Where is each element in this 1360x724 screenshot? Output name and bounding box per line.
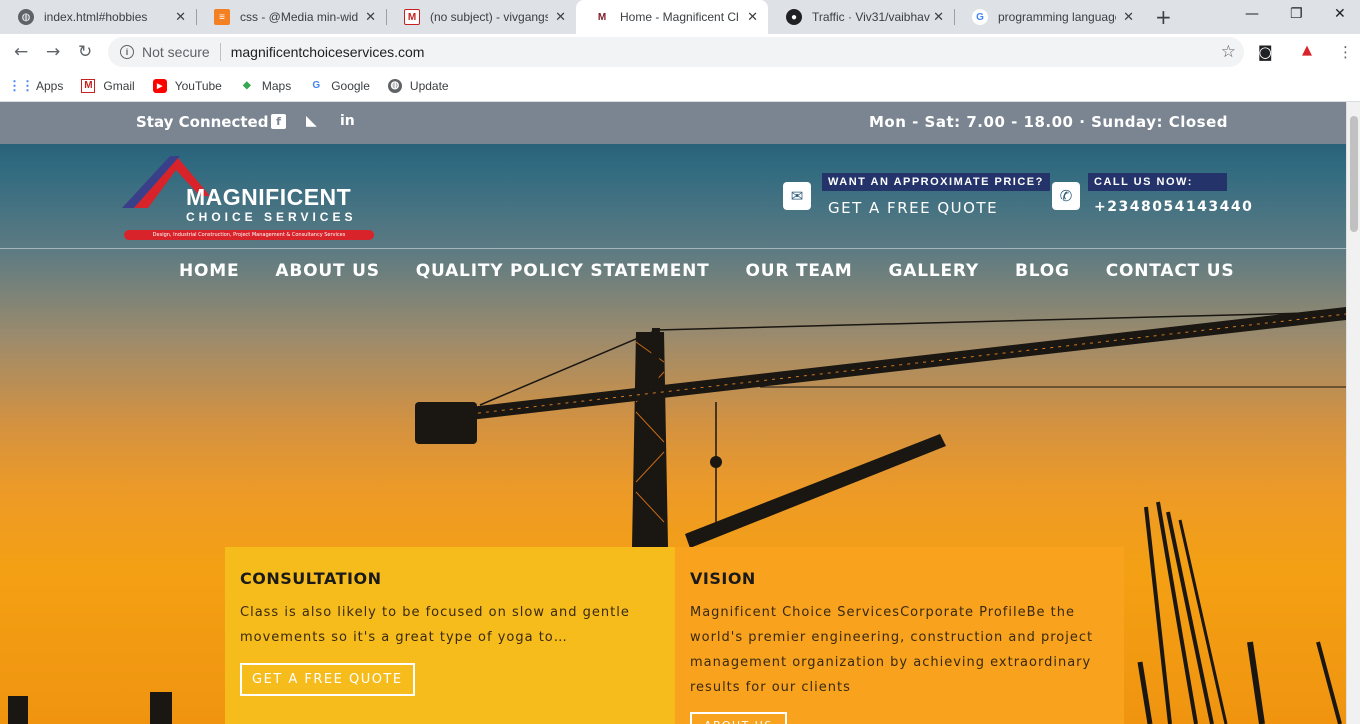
facebook-icon[interactable]: f [271, 114, 286, 129]
forward-icon[interactable]: → [46, 42, 60, 62]
scrollbar-thumb[interactable] [1350, 116, 1358, 232]
bookmark-maps[interactable]: ◆ Maps [240, 79, 291, 93]
phone-number[interactable]: +2348054143440 [1088, 199, 1253, 215]
free-quote-button[interactable]: GET A FREE QUOTE [240, 663, 415, 696]
nav-blog[interactable]: BLOG [1015, 261, 1070, 281]
call-label: CALL US NOW: [1088, 173, 1227, 191]
bookmark-apps[interactable]: ⋮⋮ Apps [8, 77, 64, 93]
browser-tab[interactable]: ≡ css - @Media min-widt ✕ [196, 0, 386, 34]
bookmark-gmail[interactable]: M Gmail [81, 78, 135, 93]
browser-tab[interactable]: ◍ index.html#hobbies ✕ [0, 0, 196, 34]
browser-tab[interactable]: ● Traffic · Viv31/vaibhav-p ✕ [768, 0, 954, 34]
bookmark-label: Apps [36, 78, 64, 93]
nav-about-us[interactable]: ABOUT US [275, 261, 379, 281]
bookmark-youtube[interactable]: ▶ YouTube [152, 78, 222, 93]
google-icon: G [312, 80, 321, 91]
apps-grid-icon: ⋮⋮ [8, 77, 34, 93]
linkedin-icon[interactable]: in [340, 113, 355, 129]
bookmark-label: Update [409, 78, 449, 93]
new-tab-button[interactable]: + [1155, 5, 1172, 29]
bookmark-update[interactable]: ◍ Update [387, 78, 449, 93]
nav-quality-policy[interactable]: QUALITY POLICY STATEMENT [416, 261, 710, 281]
gmail-icon: M [404, 9, 420, 25]
menu-icon[interactable]: ⋮ [1338, 43, 1353, 61]
github-icon: ● [786, 9, 802, 25]
close-icon[interactable]: ✕ [747, 9, 758, 25]
bookmark-label: Maps [261, 78, 292, 93]
card-title: VISION [690, 569, 756, 588]
browser-tab-active[interactable]: M Home - Magnificent Ch ✕ [576, 0, 768, 34]
tab-title: index.html#hobbies [44, 10, 148, 24]
globe-icon: ◍ [18, 9, 34, 25]
close-icon[interactable]: ✕ [933, 9, 944, 25]
profile-icon[interactable]: ▲ [1302, 43, 1312, 58]
tab-title: (no subject) - vivgangs [430, 10, 548, 24]
maps-icon: ◆ [243, 80, 251, 91]
page-scrollbar[interactable] [1346, 102, 1360, 724]
minimize-icon[interactable]: — [1245, 6, 1259, 22]
close-window-icon[interactable]: ✕ [1334, 6, 1346, 22]
nav-our-team[interactable]: OUR TEAM [746, 261, 853, 281]
close-icon[interactable]: ✕ [175, 9, 186, 25]
browser-tab[interactable]: M (no subject) - vivgangs ✕ [386, 0, 576, 34]
camera-icon[interactable]: ◙ [1258, 43, 1273, 61]
bookmark-label: Gmail [103, 78, 135, 93]
youtube-icon: ▶ [152, 78, 167, 93]
card-text: Magnificent Choice ServicesCorporate Pro… [690, 605, 1094, 695]
magnificent-icon: M [594, 9, 610, 25]
logo-line2: CHOICE SERVICES [186, 210, 357, 224]
bookmark-label: YouTube [174, 78, 222, 93]
vision-card: VISION Magnificent Choice ServicesCorpor… [675, 547, 1124, 724]
bookmark-label: Google [331, 78, 370, 93]
call-cta[interactable]: CALL US NOW: +2348054143440 [1088, 170, 1253, 215]
stackoverflow-icon: ≡ [214, 9, 230, 25]
site-logo[interactable]: MAGNIFICENT CHOICE SERVICES Design, Indu… [120, 152, 380, 244]
google-icon: G [972, 9, 988, 25]
quote-cta[interactable]: WANT AN APPROXIMATE PRICE? GET A FREE QU… [822, 170, 1050, 217]
envelope-icon: ✉ [783, 182, 811, 210]
card-text: Class is also likely to be focused on sl… [240, 605, 630, 645]
address-bar[interactable]: i Not secure magnificentchoiceservices.c… [108, 37, 1244, 67]
twitter-icon[interactable]: ◣ [306, 113, 317, 129]
bookmark-google[interactable]: G Google [309, 79, 370, 93]
browser-tab[interactable]: G programming language ✕ [954, 0, 1144, 34]
phone-icon: ✆ [1052, 182, 1080, 210]
gmail-icon: M [81, 78, 96, 93]
close-icon[interactable]: ✕ [555, 9, 566, 25]
browser-tab-strip: ◍ index.html#hobbies ✕ ≡ css - @Media mi… [0, 0, 1360, 34]
restore-icon[interactable]: ❐ [1290, 6, 1303, 22]
tab-title: Home - Magnificent Ch [620, 10, 738, 24]
stay-connected-label: Stay Connected [136, 113, 269, 131]
consultation-card: CONSULTATION Class is also likely to be … [225, 547, 675, 724]
top-info-bar: Stay Connected f ◣ in Mon - Sat: 7.00 - … [0, 102, 1346, 144]
reload-icon[interactable]: ↻ [78, 42, 92, 62]
security-label: Not secure [142, 44, 210, 60]
quote-label: WANT AN APPROXIMATE PRICE? [822, 173, 1050, 191]
close-icon[interactable]: ✕ [1123, 9, 1134, 25]
quote-link[interactable]: GET A FREE QUOTE [822, 199, 1050, 217]
tab-title: Traffic · Viv31/vaibhav-p [812, 10, 930, 24]
nav-gallery[interactable]: GALLERY [888, 261, 978, 281]
tab-title: css - @Media min-widt [240, 10, 358, 24]
page-viewport: Stay Connected f ◣ in Mon - Sat: 7.00 - … [0, 102, 1360, 724]
nav-home[interactable]: HOME [179, 261, 239, 281]
bookmarks-bar: ⋮⋮ Apps M Gmail ▶ YouTube ◆ Maps G Googl… [0, 70, 1360, 102]
omnibox-divider [219, 43, 221, 61]
bookmark-star-icon[interactable]: ☆ [1221, 42, 1236, 62]
header-divider [0, 248, 1346, 249]
globe-icon: ◍ [387, 78, 402, 93]
back-icon[interactable]: ← [14, 42, 28, 62]
main-navigation: HOME ABOUT US QUALITY POLICY STATEMENT O… [179, 261, 1234, 281]
info-icon[interactable]: i [120, 45, 134, 59]
logo-line1: MAGNIFICENT [186, 184, 352, 210]
about-us-button[interactable]: ABOUT US [690, 712, 787, 724]
opening-hours: Mon - Sat: 7.00 - 18.00 · Sunday: Closed [868, 113, 1228, 131]
close-icon[interactable]: ✕ [365, 9, 376, 25]
tab-title: programming language [998, 10, 1116, 24]
card-title: CONSULTATION [240, 569, 382, 588]
url-text[interactable]: magnificentchoiceservices.com [231, 44, 425, 60]
nav-contact-us[interactable]: CONTACT US [1106, 261, 1235, 281]
logo-tagline: Design, Industrial Construction, Project… [124, 230, 374, 240]
browser-toolbar: ← → ↻ i Not secure magnificentchoiceserv… [0, 34, 1360, 70]
